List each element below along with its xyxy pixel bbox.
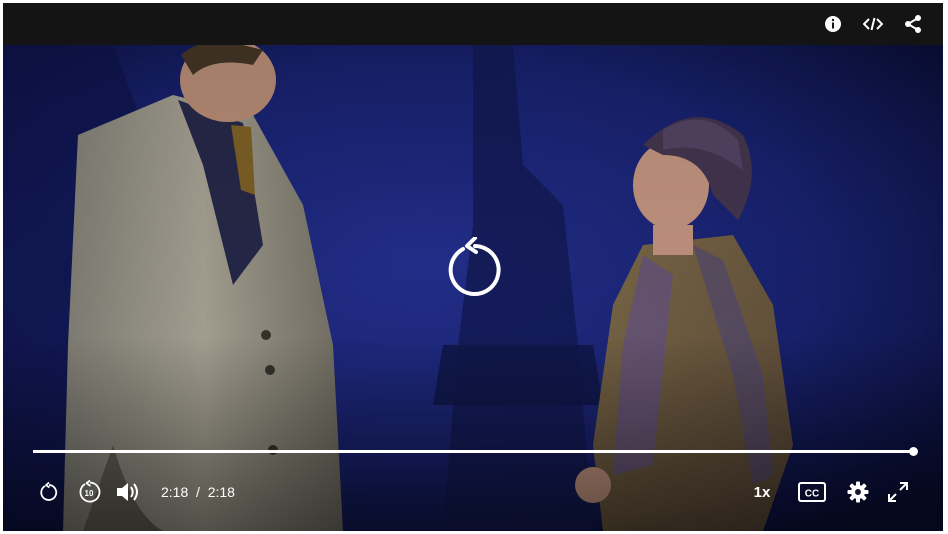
settings-button[interactable] [845,478,871,506]
progress-scrubber[interactable] [909,447,918,456]
duration: 2:18 [207,484,235,500]
video-player[interactable]: 10 2:18 / 2:18 1x CC [3,3,943,531]
svg-text:CC: CC [805,489,819,500]
fullscreen-button[interactable] [885,478,911,506]
info-icon[interactable] [821,12,845,36]
volume-button[interactable] [113,478,143,506]
time-separator: / [196,484,200,500]
progress-bar[interactable] [33,447,918,456]
fullscreen-icon [888,482,908,502]
svg-text:10: 10 [85,489,94,498]
time-display: 2:18 / 2:18 [161,484,235,500]
rewind-10-icon: 10 [79,480,101,503]
current-time: 2:18 [161,484,189,500]
captions-button[interactable]: CC [797,478,827,506]
control-bar: 10 2:18 / 2:18 1x CC [3,475,943,509]
rewind-10-button[interactable]: 10 [75,478,103,506]
gear-icon [847,481,869,503]
closed-captions-icon: CC [798,482,826,502]
volume-icon [117,483,138,501]
progress-played [33,450,913,453]
playback-speed-button[interactable]: 1x [748,478,776,506]
replay-icon[interactable] [441,236,503,299]
player-top-bar [3,3,943,45]
replay-button[interactable] [35,478,61,506]
embed-code-icon[interactable] [861,12,885,36]
replay-icon [40,482,58,501]
share-icon[interactable] [901,12,925,36]
